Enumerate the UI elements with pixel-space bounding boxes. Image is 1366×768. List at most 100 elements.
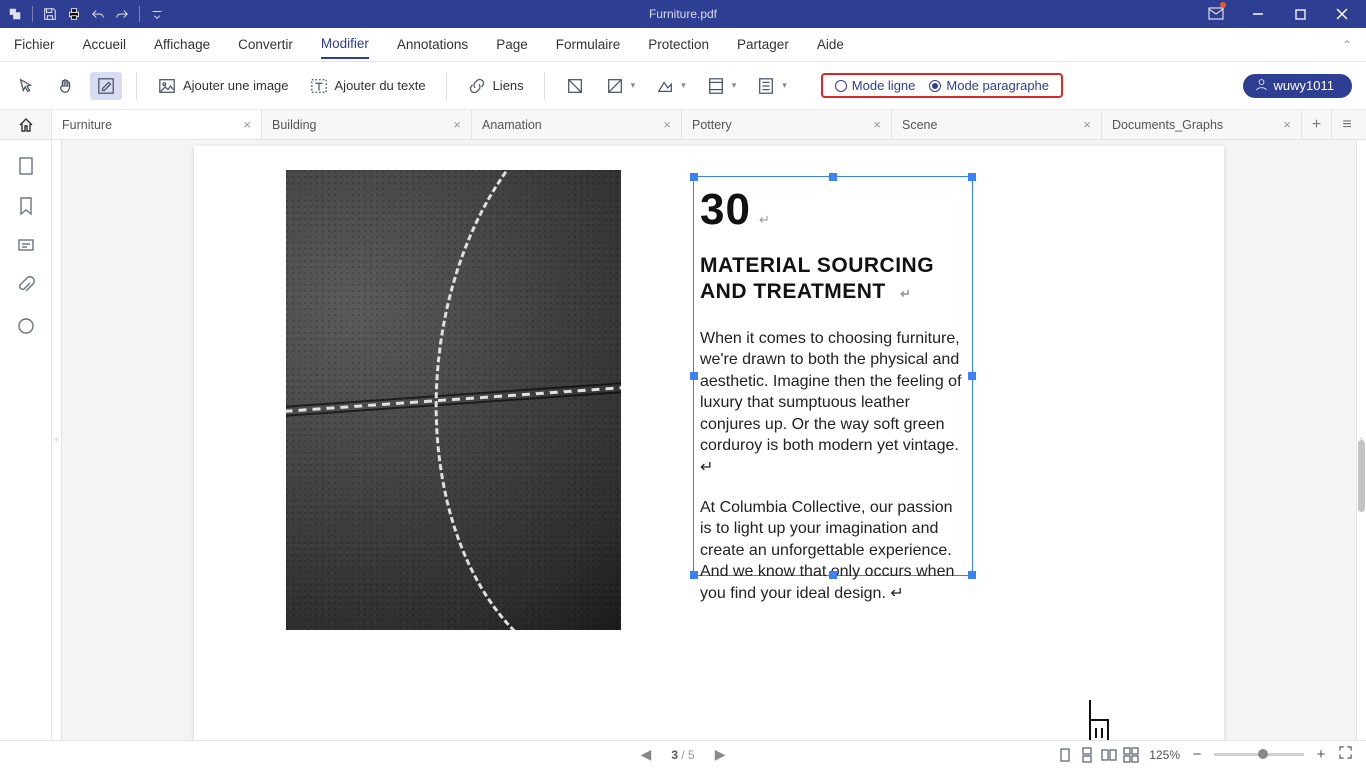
resize-handle[interactable] [829, 173, 837, 181]
close-icon[interactable]: × [453, 117, 461, 132]
mode-paragraph-option[interactable]: Mode paragraphe [929, 78, 1049, 93]
new-tab-button[interactable]: + [1302, 110, 1332, 139]
menu-fichier[interactable]: Fichier [14, 31, 55, 58]
menu-convertir[interactable]: Convertir [238, 31, 293, 58]
zoom-in-button[interactable]: + [1314, 746, 1328, 763]
attachments-icon[interactable] [16, 276, 36, 296]
resize-handle[interactable] [690, 372, 698, 380]
menu-protection[interactable]: Protection [648, 31, 709, 58]
add-image-button[interactable]: Ajouter une image [151, 72, 295, 100]
links-button[interactable]: Liens [461, 72, 530, 100]
tab-anamation[interactable]: Anamation × [472, 110, 682, 139]
view-mode-icons [1057, 747, 1139, 763]
zoom-value[interactable]: 125% [1149, 748, 1180, 762]
prev-page-button[interactable]: ◀ [641, 746, 652, 763]
tab-furniture[interactable]: Furniture× [52, 110, 262, 139]
collapse-ribbon-icon[interactable]: ⌃ [1342, 38, 1352, 52]
current-page[interactable]: 3 [671, 748, 678, 762]
print-icon[interactable] [67, 7, 81, 21]
single-page-icon[interactable] [1057, 747, 1073, 763]
main-area: ‹ 30↵ MATERIAL SOURCING AND TREATMENT ↵ [0, 140, 1366, 740]
tab-scene[interactable]: Scene× [892, 110, 1102, 139]
select-tool[interactable] [10, 72, 42, 100]
add-text-button[interactable]: Ajouter du texte [303, 72, 432, 100]
background-tool[interactable]: ▾ [649, 72, 692, 100]
bates-tool[interactable]: ▾ [750, 72, 793, 100]
scroll-thumb[interactable] [1358, 440, 1365, 512]
text-edit-frame[interactable]: 30↵ MATERIAL SOURCING AND TREATMENT ↵ Wh… [693, 176, 973, 576]
bookmarks-icon[interactable] [16, 196, 36, 216]
menu-partager[interactable]: Partager [737, 31, 789, 58]
save-icon[interactable] [43, 7, 57, 21]
hand-tool[interactable] [50, 72, 82, 100]
menu-accueil[interactable]: Accueil [83, 31, 127, 58]
user-icon [1255, 78, 1268, 94]
body-text: When it comes to choosing furniture, we'… [700, 328, 966, 605]
vertical-scrollbar[interactable] [1355, 140, 1365, 740]
resize-handle[interactable] [829, 571, 837, 579]
menu-page[interactable]: Page [496, 31, 528, 58]
comments-icon[interactable] [16, 236, 36, 256]
home-tab[interactable] [0, 110, 52, 139]
two-page-icon[interactable] [1101, 747, 1117, 763]
chat-icon[interactable] [16, 316, 36, 336]
close-icon[interactable]: × [243, 117, 251, 132]
add-text-label: Ajouter du texte [335, 78, 426, 93]
resize-handle[interactable] [690, 571, 698, 579]
menu-modifier[interactable]: Modifier [321, 30, 369, 59]
separator [136, 72, 137, 100]
watermark-tool[interactable]: ▾ [599, 72, 642, 100]
continuous-icon[interactable] [1079, 747, 1095, 763]
tab-pottery[interactable]: Pottery× [682, 110, 892, 139]
resize-handle[interactable] [968, 372, 976, 380]
menu-aide[interactable]: Aide [817, 31, 844, 58]
text-icon [309, 76, 329, 96]
tab-documents-graphs[interactable]: Documents_Graphs× [1102, 110, 1302, 139]
image-icon [157, 76, 177, 96]
menu-annotations[interactable]: Annotations [397, 31, 468, 58]
minimize-button[interactable] [1238, 0, 1278, 28]
tab-building[interactable]: Building × [262, 110, 472, 139]
crop-tool[interactable] [559, 72, 591, 100]
mail-icon[interactable] [1196, 0, 1236, 28]
close-button[interactable] [1322, 0, 1362, 28]
resize-handle[interactable] [968, 571, 976, 579]
edit-mode-selector: Mode ligne Mode paragraphe [821, 73, 1063, 98]
left-panel-toggle[interactable]: ‹ [52, 140, 62, 740]
mode-line-option[interactable]: Mode ligne [835, 78, 916, 93]
zoom-slider[interactable] [1214, 753, 1304, 756]
watermark-icon [605, 76, 625, 96]
menu-affichage[interactable]: Affichage [154, 31, 210, 58]
close-icon[interactable]: × [663, 117, 671, 132]
statusbar: ◀ 3 / 5 ▶ 125% − + [0, 740, 1366, 768]
zoom-out-button[interactable]: − [1190, 746, 1204, 763]
left-side-panel [0, 140, 52, 740]
toolbar: Ajouter une image Ajouter du texte Liens… [0, 62, 1366, 110]
close-icon[interactable]: × [1283, 117, 1291, 132]
return-glyph: ↵ [900, 286, 911, 301]
qat-dropdown-icon[interactable] [150, 7, 164, 21]
tab-label: Anamation [482, 118, 542, 132]
tab-label: Building [272, 118, 316, 132]
thumbnails-icon[interactable] [16, 156, 36, 176]
redo-icon[interactable] [115, 7, 129, 21]
separator [544, 72, 545, 100]
menu-formulaire[interactable]: Formulaire [556, 31, 621, 58]
close-icon[interactable]: × [873, 117, 881, 132]
resize-handle[interactable] [968, 173, 976, 181]
tab-overflow-button[interactable]: ≡ [1332, 110, 1362, 139]
fullscreen-icon[interactable] [1338, 746, 1352, 763]
edit-object-tool[interactable] [90, 72, 122, 100]
user-account-button[interactable]: wuwy1011 [1243, 74, 1352, 98]
paragraph: At Columbia Collective, our passion is t… [700, 497, 966, 605]
two-page-continuous-icon[interactable] [1123, 747, 1139, 763]
document-canvas[interactable]: 30↵ MATERIAL SOURCING AND TREATMENT ↵ Wh… [62, 140, 1356, 740]
close-icon[interactable]: × [1083, 117, 1091, 132]
titlebar: Furniture.pdf [0, 0, 1366, 28]
maximize-button[interactable] [1280, 0, 1320, 28]
resize-handle[interactable] [690, 173, 698, 181]
header-footer-tool[interactable]: ▾ [700, 72, 743, 100]
undo-icon[interactable] [91, 7, 105, 21]
next-page-button[interactable]: ▶ [715, 746, 726, 763]
text-content[interactable]: 30↵ MATERIAL SOURCING AND TREATMENT ↵ Wh… [694, 177, 972, 629]
